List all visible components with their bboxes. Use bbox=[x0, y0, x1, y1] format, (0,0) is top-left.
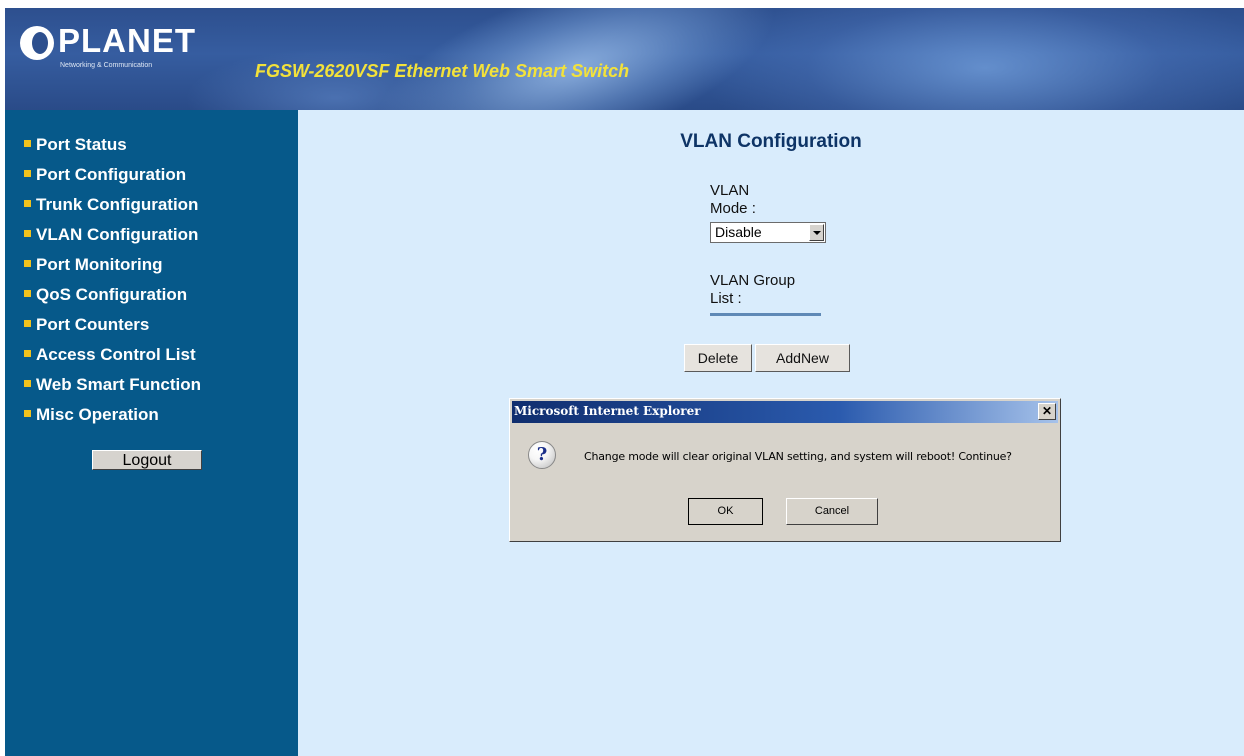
sidebar-item-label: Misc Operation bbox=[36, 405, 159, 424]
dialog-titlebar[interactable]: Microsoft Internet Explorer ✕ bbox=[512, 401, 1058, 423]
sidebar-item-port-counters[interactable]: Port Counters bbox=[24, 310, 201, 340]
bullet-icon bbox=[24, 260, 31, 268]
sidebar-item-port-monitoring[interactable]: Port Monitoring bbox=[24, 250, 201, 280]
bullet-icon bbox=[24, 170, 31, 178]
logo-text: PLANET bbox=[58, 22, 196, 59]
bullet-icon bbox=[24, 350, 31, 358]
page-title: VLAN Configuration bbox=[680, 131, 862, 152]
vlan-mode-label-line2: Mode : bbox=[710, 200, 756, 217]
sidebar-item-label: VLAN Configuration bbox=[36, 225, 199, 244]
vlan-group-label-line2: List : bbox=[710, 290, 742, 307]
sidebar-item-label: QoS Configuration bbox=[36, 285, 188, 304]
sidebar-item-port-configuration[interactable]: Port Configuration bbox=[24, 160, 201, 190]
confirm-dialog: Microsoft Internet Explorer ✕ ? Change m… bbox=[509, 398, 1061, 542]
vlan-mode-value: Disable bbox=[715, 224, 762, 240]
sidebar-nav: Port Status Port Configuration Trunk Con… bbox=[24, 130, 201, 430]
bullet-icon bbox=[24, 410, 31, 418]
close-icon[interactable]: ✕ bbox=[1038, 403, 1056, 420]
sidebar-item-port-status[interactable]: Port Status bbox=[24, 130, 201, 160]
sidebar-item-label: Port Monitoring bbox=[36, 255, 163, 274]
sidebar-item-access-control-list[interactable]: Access Control List bbox=[24, 340, 201, 370]
bullet-icon bbox=[24, 320, 31, 328]
vlan-mode-label-line1: VLAN bbox=[710, 182, 750, 199]
banner-decoration bbox=[705, 8, 1244, 110]
vlan-mode-select[interactable]: Disable bbox=[710, 222, 826, 243]
vlan-group-list-label: VLAN Group List : bbox=[710, 272, 795, 308]
sidebar-item-qos-configuration[interactable]: QoS Configuration bbox=[24, 280, 201, 310]
sidebar-item-label: Port Counters bbox=[36, 315, 150, 334]
bullet-icon bbox=[24, 200, 31, 208]
logo-subtitle: Networking & Communication bbox=[60, 62, 153, 69]
sidebar-item-label: Port Configuration bbox=[36, 165, 187, 184]
chevron-down-icon[interactable] bbox=[809, 224, 824, 241]
sidebar: Port Status Port Configuration Trunk Con… bbox=[5, 110, 298, 756]
vlan-mode-label: VLAN Mode : bbox=[710, 182, 756, 218]
vlan-group-list[interactable] bbox=[710, 313, 821, 316]
sidebar-item-web-smart-function[interactable]: Web Smart Function bbox=[24, 370, 201, 400]
sidebar-item-vlan-configuration[interactable]: VLAN Configuration bbox=[24, 220, 201, 250]
planet-logo-icon bbox=[20, 26, 54, 60]
dialog-message: Change mode will clear original VLAN set… bbox=[584, 450, 1012, 463]
cancel-button[interactable]: Cancel bbox=[786, 498, 878, 525]
product-title: FGSW-2620VSF Ethernet Web Smart Switch bbox=[255, 61, 630, 81]
bullet-icon bbox=[24, 140, 31, 148]
bullet-icon bbox=[24, 290, 31, 298]
header-banner: PLANET Networking & Communication FGSW-2… bbox=[5, 8, 1244, 110]
sidebar-item-trunk-configuration[interactable]: Trunk Configuration bbox=[24, 190, 201, 220]
logout-button[interactable]: Logout bbox=[92, 450, 202, 470]
ok-button[interactable]: OK bbox=[688, 498, 763, 525]
vlan-group-label-line1: VLAN Group bbox=[710, 272, 796, 289]
sidebar-item-label: Port Status bbox=[36, 135, 127, 154]
add-new-button[interactable]: AddNew bbox=[755, 344, 850, 372]
sidebar-item-label: Trunk Configuration bbox=[36, 195, 199, 214]
delete-button[interactable]: Delete bbox=[684, 344, 752, 372]
sidebar-item-label: Web Smart Function bbox=[36, 375, 201, 394]
dialog-title: Microsoft Internet Explorer bbox=[514, 404, 701, 418]
question-icon: ? bbox=[528, 441, 556, 469]
app-frame: PLANET Networking & Communication FGSW-2… bbox=[5, 8, 1244, 756]
bullet-icon bbox=[24, 230, 31, 238]
sidebar-item-misc-operation[interactable]: Misc Operation bbox=[24, 400, 201, 430]
sidebar-item-label: Access Control List bbox=[36, 345, 196, 364]
bullet-icon bbox=[24, 380, 31, 388]
